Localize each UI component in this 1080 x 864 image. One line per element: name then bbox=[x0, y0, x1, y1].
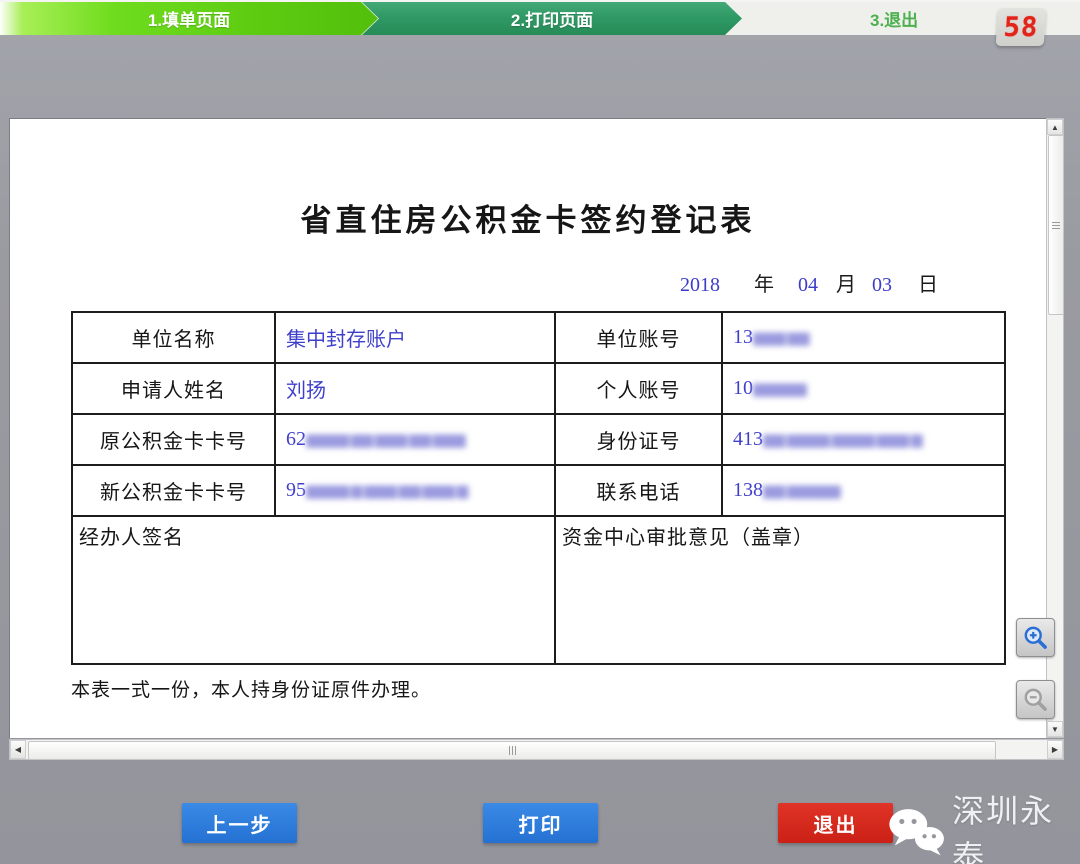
scroll-up-icon: ▲ bbox=[1051, 123, 1059, 132]
table-row: 新公积金卡卡号 95▆▆▆▆ ▆ ▆▆▆ ▆▆ ▆▆▆ ▆ 联系电话 138▆▆… bbox=[72, 465, 1005, 516]
progress-step-label: 1.填单页面 bbox=[148, 6, 230, 31]
progress-step-print: 2.打印页面 bbox=[362, 2, 742, 35]
horizontal-scroll-thumb[interactable] bbox=[28, 741, 996, 760]
thumb-grip bbox=[512, 746, 513, 755]
zoom-out-button[interactable] bbox=[1016, 680, 1055, 719]
exit-button[interactable]: 退出 bbox=[778, 803, 893, 843]
field-value-new-card-number: 95▆▆▆▆ ▆ ▆▆▆ ▆▆ ▆▆▆ ▆ bbox=[275, 465, 555, 516]
scroll-right-icon: ▶ bbox=[1052, 745, 1058, 754]
field-value-applicant-name: 刘扬 bbox=[275, 363, 555, 414]
redacted-blur: ▆▆ ▆▆▆▆ ▆▆▆▆ ▆▆▆ ▆ bbox=[763, 430, 922, 449]
scroll-down-button[interactable]: ▼ bbox=[1047, 721, 1063, 737]
field-label-personal-account: 个人账号 bbox=[555, 363, 722, 414]
redacted-blur: ▆▆▆▆ ▆ ▆▆▆ ▆▆ ▆▆▆ ▆ bbox=[306, 481, 467, 500]
approval-opinion-cell: 资金中心审批意见（盖章） bbox=[555, 516, 1005, 664]
date-day: 03 bbox=[872, 274, 892, 297]
scroll-left-button[interactable]: ◀ bbox=[10, 740, 26, 759]
wechat-watermark: 深圳永泰 bbox=[886, 786, 1080, 864]
document-footnote: 本表一式一份，本人持身份证原件办理。 bbox=[71, 675, 1046, 702]
field-label-id-number: 身份证号 bbox=[555, 414, 722, 465]
print-button[interactable]: 打印 bbox=[483, 803, 598, 843]
kiosk-screen: 3.退出 2.打印页面 1.填单页面 58 省直住房公积金卡签约登记表 2018… bbox=[0, 0, 1080, 864]
handler-signature-cell: 经办人签名 bbox=[72, 516, 555, 664]
redacted-blur: ▆▆▆▆ ▆▆ ▆▆▆ ▆▆ ▆▆▆ bbox=[306, 430, 465, 449]
document-title: 省直住房公积金卡签约登记表 bbox=[10, 195, 1046, 240]
field-label-unit-account: 单位账号 bbox=[555, 312, 722, 363]
date-year: 2018 bbox=[680, 274, 720, 297]
scroll-up-button[interactable]: ▲ bbox=[1047, 119, 1063, 135]
countdown-timer: 58 bbox=[996, 8, 1047, 46]
scroll-left-icon: ◀ bbox=[15, 745, 21, 754]
field-value-unit-account: 13▆▆▆ ▆▆ bbox=[722, 312, 1005, 363]
zoom-out-icon bbox=[1022, 686, 1049, 713]
date-month-unit: 月 bbox=[836, 268, 856, 297]
table-row: 申请人姓名 刘扬 个人账号 10▆▆▆▆▆ bbox=[72, 363, 1005, 414]
field-value-id-number: 413▆▆ ▆▆▆▆ ▆▆▆▆ ▆▆▆ ▆ bbox=[722, 414, 1005, 465]
field-value-contact-phone: 138▆▆ ▆▆▆▆▆ bbox=[722, 465, 1005, 516]
progress-step-label: 2.打印页面 bbox=[511, 6, 593, 31]
field-label-contact-phone: 联系电话 bbox=[555, 465, 722, 516]
field-value-old-card-number: 62▆▆▆▆ ▆▆ ▆▆▆ ▆▆ ▆▆▆ bbox=[275, 414, 555, 465]
horizontal-scrollbar[interactable]: ◀ ▶ bbox=[9, 739, 1064, 760]
field-label-unit-name: 单位名称 bbox=[72, 312, 275, 363]
date-year-unit: 年 bbox=[754, 268, 774, 297]
table-row: 经办人签名 资金中心审批意见（盖章） bbox=[72, 516, 1005, 664]
scroll-down-icon: ▼ bbox=[1051, 725, 1059, 734]
field-value-unit-name: 集中封存账户 bbox=[275, 312, 555, 363]
table-row: 原公积金卡卡号 62▆▆▆▆ ▆▆ ▆▆▆ ▆▆ ▆▆▆ 身份证号 413▆▆ … bbox=[72, 414, 1005, 465]
watermark-text: 深圳永泰 bbox=[952, 786, 1080, 864]
field-label-new-card-number: 新公积金卡卡号 bbox=[72, 465, 275, 516]
progress-step-fill: 1.填单页面 bbox=[0, 2, 378, 35]
date-month: 04 bbox=[798, 274, 818, 297]
redacted-blur: ▆▆ ▆▆▆▆▆ bbox=[763, 481, 840, 500]
zoom-in-icon bbox=[1022, 624, 1049, 651]
thumb-grip bbox=[1052, 225, 1060, 226]
zoom-in-button[interactable] bbox=[1016, 618, 1055, 657]
progress-bar: 3.退出 2.打印页面 1.填单页面 bbox=[0, 0, 1080, 35]
registration-form-table: 单位名称 集中封存账户 单位账号 13▆▆▆ ▆▆ 申请人姓名 刘扬 个人账号 … bbox=[71, 311, 1006, 665]
redacted-blur: ▆▆▆▆▆ bbox=[753, 379, 806, 398]
redacted-blur: ▆▆▆ ▆▆ bbox=[753, 328, 808, 347]
field-label-old-card-number: 原公积金卡卡号 bbox=[72, 414, 275, 465]
progress-step-label: 3.退出 bbox=[870, 6, 918, 31]
table-row: 单位名称 集中封存账户 单位账号 13▆▆▆ ▆▆ bbox=[72, 312, 1005, 363]
scroll-right-button[interactable]: ▶ bbox=[1047, 740, 1063, 759]
document-date: 2018 年 04 月 03 日 bbox=[10, 268, 1046, 297]
wechat-icon bbox=[886, 804, 946, 860]
previous-step-button[interactable]: 上一步 bbox=[182, 803, 297, 843]
document-preview: 省直住房公积金卡签约登记表 2018 年 04 月 03 日 单位名称 集中封存… bbox=[9, 118, 1046, 738]
date-day-unit: 日 bbox=[918, 268, 938, 297]
field-label-applicant-name: 申请人姓名 bbox=[72, 363, 275, 414]
field-value-personal-account: 10▆▆▆▆▆ bbox=[722, 363, 1005, 414]
vertical-scroll-thumb[interactable] bbox=[1048, 135, 1064, 315]
